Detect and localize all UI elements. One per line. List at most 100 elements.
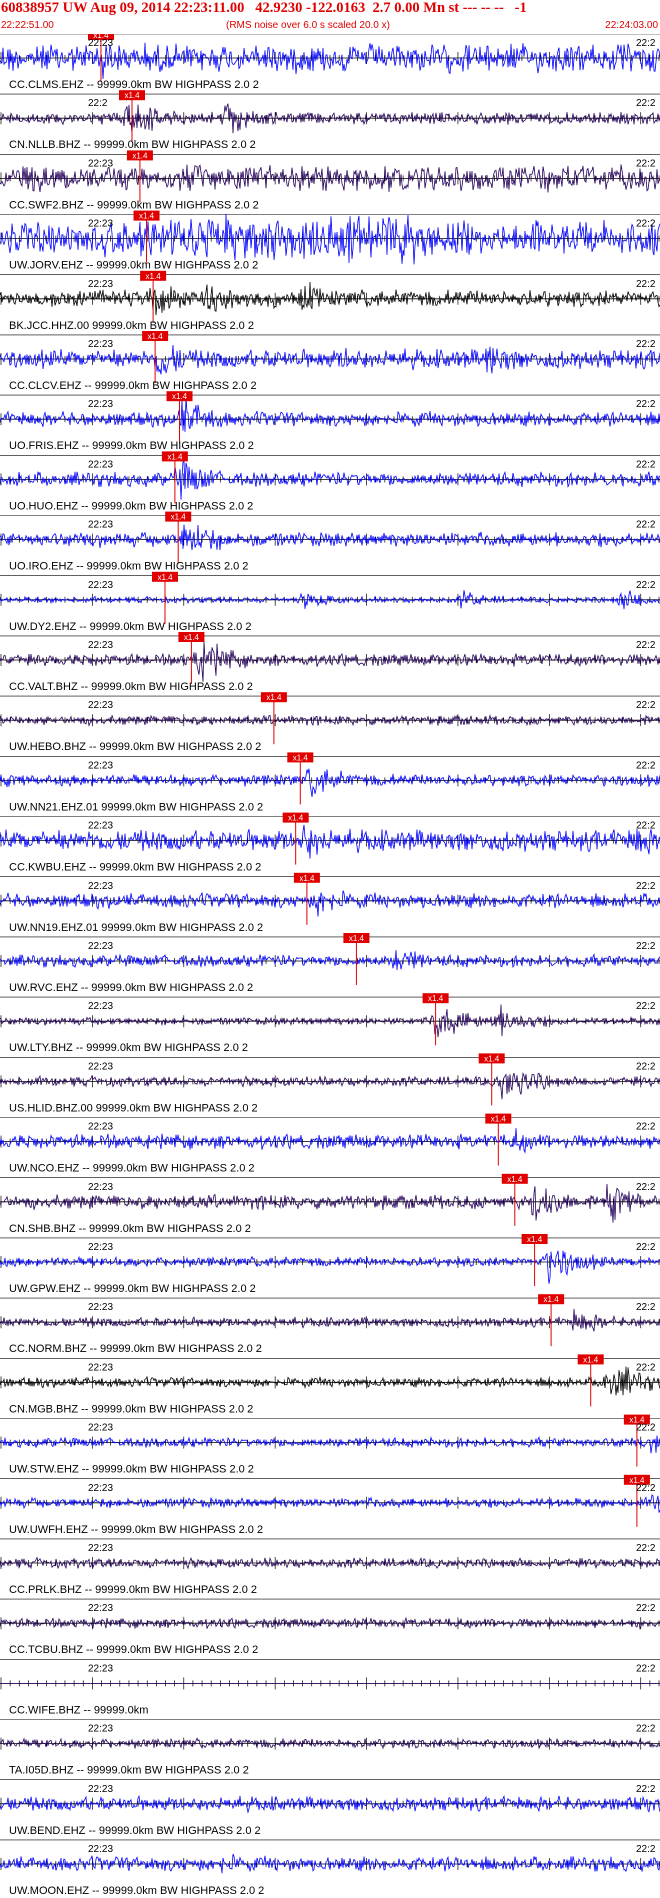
minute-marker-right: 22:2: [636, 459, 656, 470]
pick-label: x1.4: [167, 452, 183, 461]
trace-10: x1.4 22:23 22:2 UW.DY2.EHZ -- 99999.0km BW …: [0, 571, 660, 633]
trace-22: x1.4 22:23 22:2 CC.NORM.BHZ -- 99999.0km BW…: [0, 1294, 660, 1355]
minute-marker-right: 22:2: [636, 1122, 656, 1133]
station-label: CC.PRLK.BHZ -- 99999.0km BW HIGHPASS 2.0…: [9, 1584, 257, 1596]
minute-marker-right: 22:2: [636, 1663, 656, 1674]
minute-marker-right: 22:2: [636, 520, 656, 531]
minute-marker-left: 22:23: [88, 219, 113, 230]
station-label: CC.NORM.BHZ -- 99999.0km BW HIGHPASS 2.0…: [9, 1343, 262, 1355]
minute-marker-right: 22:2: [636, 881, 656, 892]
pick-label: x1.4: [148, 332, 164, 341]
minute-marker-left: 22:23: [88, 1784, 113, 1795]
minute-marker-left: 22:23: [88, 640, 113, 651]
minute-marker-left: 22:23: [88, 279, 113, 290]
pick-label: x1.4: [293, 753, 309, 762]
header: 60838957 UW Aug 09, 2014 22:23:11.00 42.…: [0, 0, 660, 34]
pick-label: x1.4: [484, 1054, 500, 1063]
trace-29: 22:23 22:2 TA.I05D.BHZ -- 99999.0km BW HIG…: [0, 1719, 660, 1777]
waveform: [0, 890, 660, 917]
trace-6: x1.4 22:23 22:2 CC.CLCV.EHZ -- 99999.0km BW…: [0, 331, 660, 392]
station-label: UO.FRIS.EHZ -- 99999.0km BW HIGHPASS 2.0…: [9, 440, 254, 452]
minute-marker-left: 22:23: [88, 459, 113, 470]
trace-3: x1.4 22:23 22:2 CC.SWF2.BHZ -- 99999.0km BW…: [0, 150, 660, 211]
minute-marker-left: 22:23: [88, 1423, 113, 1434]
pick-label: x1.4: [349, 934, 365, 943]
trace-14: x1.4 22:23 22:2 CC.KWBU.EHZ -- 99999.0km BW…: [0, 812, 660, 874]
station-label: UW.NN21.EHZ.01 99999.0km BW HIGHPASS 2.0…: [9, 801, 263, 813]
station-label: UW.BEND.EHZ -- 99999.0km BW HIGHPASS 2.0…: [9, 1825, 261, 1837]
pick-label: x1.4: [507, 1175, 523, 1184]
minute-marker-right: 22:2: [636, 1543, 656, 1554]
minute-marker-right: 22:2: [636, 1784, 656, 1795]
minute-marker-left: 22:23: [88, 1061, 113, 1072]
minute-marker-right: 22:2: [636, 1423, 656, 1434]
minute-marker-right: 22:2: [636, 821, 656, 832]
station-label: CC.TCBU.BHZ -- 99999.0km BW HIGHPASS 2.0…: [9, 1644, 258, 1656]
pick-label: x1.4: [132, 151, 148, 160]
waveform: [0, 768, 660, 798]
trace-15: x1.4 22:23 22:2 UW.NN19.EHZ.01 99999.0km BW…: [0, 872, 660, 934]
minute-marker-right: 22:2: [636, 700, 656, 711]
minute-marker-left: 22:23: [88, 1483, 113, 1494]
minute-marker-right: 22:2: [636, 760, 656, 771]
trace-5: x1.4 22:23 22:2 BK.JCC.HHZ.00 99999.0km BW …: [0, 270, 660, 332]
minute-marker-left: 22:23: [88, 1724, 113, 1735]
pick-label: x1.4: [266, 693, 282, 702]
pick-label: x1.4: [146, 272, 162, 281]
station-label: CN.SHB.BHZ -- 99999.0km BW HIGHPASS 2.0 …: [9, 1223, 251, 1235]
minute-marker-left: 22:23: [88, 1302, 113, 1313]
station-label: CC.CLMS.EHZ -- 99999.0km BW HIGHPASS 2.0…: [9, 79, 259, 91]
station-label: CC.WIFE.BHZ -- 99999.0km: [9, 1704, 148, 1716]
minute-marker-right: 22:2: [636, 1061, 656, 1072]
minute-marker-left: 22:23: [88, 1844, 113, 1855]
minute-marker-left: 22:23: [88, 941, 113, 952]
trace-16: x1.4 22:23 22:2 UW.RVC.EHZ -- 99999.0km BW …: [0, 933, 660, 994]
pick-label: x1.4: [299, 874, 315, 883]
minute-marker-right: 22:2: [636, 1362, 656, 1373]
minute-marker-left: 22:23: [88, 1362, 113, 1373]
station-label: UW.STW.EHZ -- 99999.0km BW HIGHPASS 2.0 …: [9, 1464, 254, 1476]
minute-marker-right: 22:2: [636, 339, 656, 350]
minute-marker-right: 22:2: [636, 1603, 656, 1614]
station-label: CC.VALT.BHZ -- 99999.0km BW HIGHPASS 2.0…: [9, 681, 253, 693]
trace-1: x1.422:23 22:2CC.CLMS.EHZ -- 99999.0km BW…: [0, 34, 660, 91]
pick-label: x1.4: [491, 1115, 507, 1124]
minute-marker-right: 22:2: [636, 399, 656, 410]
pick-label: x1.4: [288, 814, 304, 823]
pick-label: x1.4: [544, 1295, 560, 1304]
minute-marker-right: 22:2: [636, 640, 656, 651]
event-title: 60838957 UW Aug 09, 2014 22:23:11.00 42.…: [1, 0, 527, 16]
minute-marker-left: 22:23: [88, 339, 113, 350]
station-label: UW.NCO.EHZ -- 99999.0km BW HIGHPASS 2.0 …: [9, 1163, 255, 1175]
trace-31: 22:23 22:2 UW.MOON.EHZ -- 99999.0km BW HIG…: [0, 1839, 660, 1897]
trace-27: 22:23 22:2 CC.TCBU.BHZ -- 99999.0km BW HIG…: [0, 1598, 660, 1656]
minute-marker-right: 22:2: [636, 1182, 656, 1193]
station-label: BK.JCC.HHZ.00 99999.0km BW HIGHPASS 2.0 …: [9, 320, 254, 332]
trace-13: x1.4 22:23 22:2 UW.NN21.EHZ.01 99999.0km BW…: [0, 752, 660, 813]
station-label: CC.SWF2.BHZ -- 99999.0km BW HIGHPASS 2.0…: [9, 199, 259, 211]
pick-label: x1.4: [527, 1235, 543, 1244]
minute-marker-left: 22:23: [88, 399, 113, 410]
seismogram-plot: x1.4 22:23 22:2 CC.CLMS.EHZ -- 99999.0km BW…: [0, 34, 660, 1897]
station-label: UW.GPW.EHZ -- 99999.0km BW HIGHPASS 2.0 …: [9, 1283, 256, 1295]
minute-marker-left: 22:23: [88, 700, 113, 711]
minute-marker-right: 22:2: [636, 98, 656, 109]
trace-9: x1.4 22:23 22:2 UO.IRO.EHZ -- 99999.0km BW …: [0, 511, 660, 573]
minute-marker-left: 22:23: [88, 1001, 113, 1012]
station-label: UW.HEBO.BHZ -- 99999.0km BW HIGHPASS 2.0…: [9, 741, 261, 753]
minute-marker-right: 22:2: [636, 1001, 656, 1012]
minute-marker-left: 22:2: [88, 98, 108, 109]
station-label: UW.NN19.EHZ.01 99999.0km BW HIGHPASS 2.0…: [9, 922, 263, 934]
station-label: UW.UWFH.EHZ -- 99999.0km BW HIGHPASS 2.0…: [9, 1524, 263, 1536]
minute-marker-left: 22:23: [88, 580, 113, 591]
trace-25: x1.422:23 22:2UW.UWFH.EHZ -- 99999.0km BW…: [0, 1474, 660, 1536]
station-label: CC.KWBU.EHZ -- 99999.0km BW HIGHPASS 2.0…: [9, 862, 261, 874]
pick-label: x1.4: [139, 212, 155, 221]
station-label: UW.LTY.BHZ -- 99999.0km BW HIGHPASS 2.0 …: [9, 1042, 248, 1054]
minute-marker-right: 22:2: [636, 1302, 656, 1313]
pick-label: x1.4: [157, 573, 173, 582]
minute-marker-left: 22:23: [88, 38, 113, 49]
pick-label: x1.4: [172, 392, 188, 401]
minute-marker-left: 22:23: [88, 1122, 113, 1133]
trace-4: x1.4 22:23 22:2 UW.JORV.EHZ -- 99999.0km BW…: [0, 210, 660, 272]
